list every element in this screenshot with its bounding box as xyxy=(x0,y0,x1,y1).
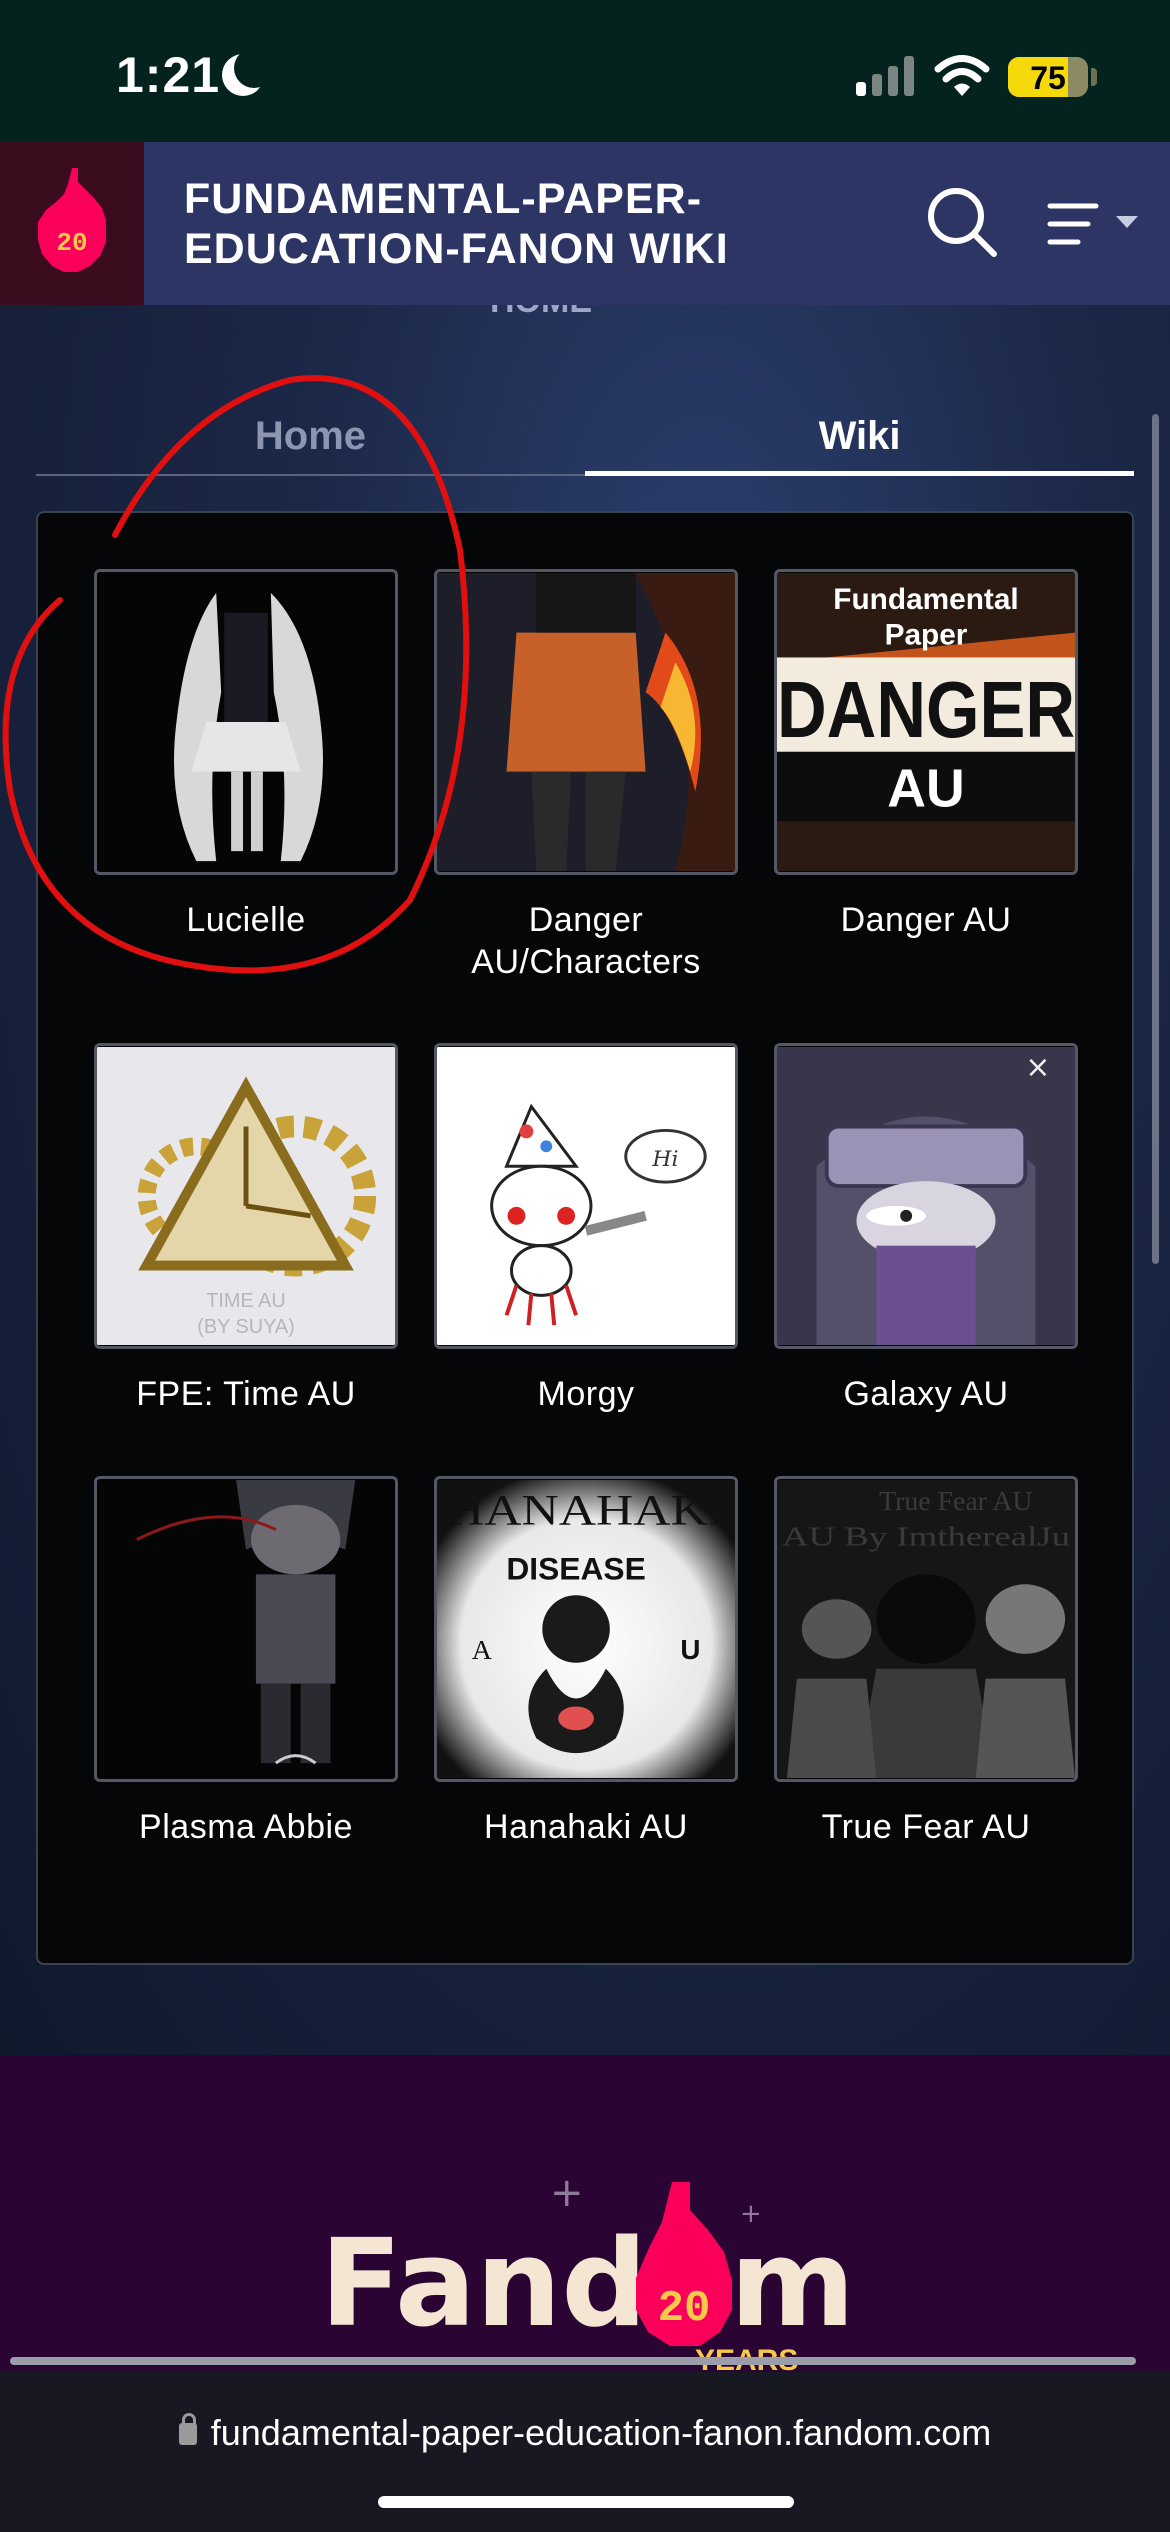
wiki-header: 20 FUNDAMENTAL-PAPER- EDUCATION-FANON WI… xyxy=(0,142,1170,305)
battery-icon: 75 xyxy=(1008,57,1088,97)
svg-text:True Fear AU: True Fear AU xyxy=(879,1486,1032,1517)
horizontal-scrollbar[interactable] xyxy=(10,2357,1136,2365)
character-image: × xyxy=(777,1047,1075,1345)
status-time: 1:21 xyxy=(116,47,221,103)
fandom-flame-icon: 20 xyxy=(38,168,106,272)
svg-text:+: + xyxy=(550,2170,584,2216)
gallery-thumbnail[interactable]: TIME AU (BY SUYA) xyxy=(94,1043,398,1349)
gallery-card[interactable]: True Fear AU AU By ImtherealJu True Fear… xyxy=(774,1476,1078,1848)
cellular-signal-icon xyxy=(856,56,916,96)
battery-tip xyxy=(1091,68,1097,86)
svg-text:U: U xyxy=(680,1634,700,1665)
gallery-caption[interactable]: Danger AU xyxy=(774,899,1078,941)
search-icon[interactable] xyxy=(924,184,1000,260)
svg-text:HANAHAKI: HANAHAKI xyxy=(447,1487,725,1535)
gallery-caption[interactable]: Morgy xyxy=(434,1373,738,1415)
gallery-caption[interactable]: Lucielle xyxy=(94,899,398,941)
svg-text:AU By ImtherealJu: AU By ImtherealJu xyxy=(782,1522,1070,1553)
gallery-caption[interactable]: Plasma Abbie xyxy=(94,1806,398,1848)
home-indicator[interactable] xyxy=(378,2496,794,2508)
site-title[interactable]: FUNDAMENTAL-PAPER- EDUCATION-FANON WIKI xyxy=(184,174,824,274)
svg-text:m: m xyxy=(730,2215,855,2354)
svg-text:DANGER: DANGER xyxy=(777,665,1075,754)
lock-icon xyxy=(178,2413,197,2445)
gallery-caption[interactable]: Hanahaki AU xyxy=(434,1806,738,1848)
menu-icon[interactable] xyxy=(1046,200,1146,250)
svg-text:Fundamental: Fundamental xyxy=(833,583,1018,616)
gallery-card[interactable]: TIME AU (BY SUYA) FPE: Time AU xyxy=(94,1043,398,1415)
tab-bar: Home Wiki xyxy=(36,400,1134,476)
gallery-thumbnail[interactable]: Fundamental Paper DANGER AU xyxy=(774,569,1078,875)
hanahaki-au-logo: HANAHAKI DISEASE A U xyxy=(437,1480,735,1778)
gallery-thumbnail[interactable]: HANAHAKI DISEASE A U xyxy=(434,1476,738,1782)
browser-url-bar[interactable]: fundamental-paper-education-fanon.fandom… xyxy=(0,2372,1170,2532)
gallery-card[interactable]: HANAHAKI DISEASE A U Hanahaki AU xyxy=(434,1476,738,1848)
gallery-card[interactable]: Lucielle xyxy=(94,569,398,941)
time-au-logo: TIME AU (BY SUYA) xyxy=(97,1047,395,1345)
svg-text:(BY SUYA): (BY SUYA) xyxy=(197,1316,294,1338)
site-title-line1: FUNDAMENTAL-PAPER- xyxy=(184,175,703,223)
wifi-icon xyxy=(934,55,990,96)
gallery-card[interactable]: × Galaxy AU xyxy=(774,1043,1078,1415)
svg-text:×: × xyxy=(1025,1050,1050,1085)
svg-text:A: A xyxy=(472,1635,492,1666)
gallery-caption[interactable]: Danger AU/Characters xyxy=(434,899,738,983)
svg-text:AU: AU xyxy=(887,758,964,818)
gallery-caption[interactable]: Galaxy AU xyxy=(774,1373,1078,1415)
svg-text:20: 20 xyxy=(56,228,87,258)
character-image xyxy=(97,1480,395,1778)
svg-text:Paper: Paper xyxy=(885,619,968,652)
tab-wiki[interactable]: Wiki xyxy=(585,400,1134,476)
moon-icon xyxy=(222,48,274,96)
vertical-scrollbar[interactable] xyxy=(1152,414,1159,1264)
fandom-logo-button[interactable]: 20 xyxy=(0,142,144,305)
site-title-line2: EDUCATION-FANON WIKI xyxy=(184,225,729,273)
character-image: True Fear AU AU By ImtherealJu xyxy=(777,1480,1075,1778)
character-image xyxy=(437,573,735,871)
url-text-row[interactable]: fundamental-paper-education-fanon.fandom… xyxy=(0,2412,1170,2454)
svg-text:TIME AU: TIME AU xyxy=(206,1290,285,1312)
gallery-card[interactable]: Plasma Abbie xyxy=(94,1476,398,1848)
gallery-card[interactable]: Hi Morgy xyxy=(434,1043,738,1415)
gallery-thumbnail[interactable]: × xyxy=(774,1043,1078,1349)
svg-text:Hi: Hi xyxy=(651,1147,678,1172)
gallery-card[interactable]: Fundamental Paper DANGER AU Danger AU xyxy=(774,569,1078,941)
svg-text:20: 20 xyxy=(658,2284,711,2334)
character-image xyxy=(97,573,395,871)
gallery-caption[interactable]: True Fear AU xyxy=(774,1806,1078,1848)
svg-text:+: + xyxy=(740,2199,762,2229)
status-bar: 1:21 75 xyxy=(0,0,1170,142)
url-text: fundamental-paper-education-fanon.fandom… xyxy=(210,2412,992,2453)
tab-home[interactable]: Home xyxy=(36,400,585,476)
gallery-thumbnail[interactable]: True Fear AU AU By ImtherealJu xyxy=(774,1476,1078,1782)
character-image: Hi xyxy=(437,1047,735,1345)
gallery-thumbnail[interactable]: Hi xyxy=(434,1043,738,1349)
gallery-thumbnail[interactable] xyxy=(434,569,738,875)
gallery-thumbnail[interactable] xyxy=(94,1476,398,1782)
gallery-thumbnail[interactable] xyxy=(94,569,398,875)
battery-percent: 75 xyxy=(1030,60,1066,96)
gallery-card[interactable]: Danger AU/Characters xyxy=(434,569,738,983)
gallery-caption[interactable]: FPE: Time AU xyxy=(94,1373,398,1415)
fandom-20-years-logo[interactable]: Fand 20 m YEARS + + xyxy=(300,2170,880,2380)
gallery-panel: Lucielle Danger AU/Characters Fundamenta… xyxy=(36,511,1134,1965)
svg-text:DISEASE: DISEASE xyxy=(506,1550,645,1586)
svg-text:Fand: Fand xyxy=(320,2215,647,2354)
danger-au-logo: Fundamental Paper DANGER AU xyxy=(777,573,1075,871)
